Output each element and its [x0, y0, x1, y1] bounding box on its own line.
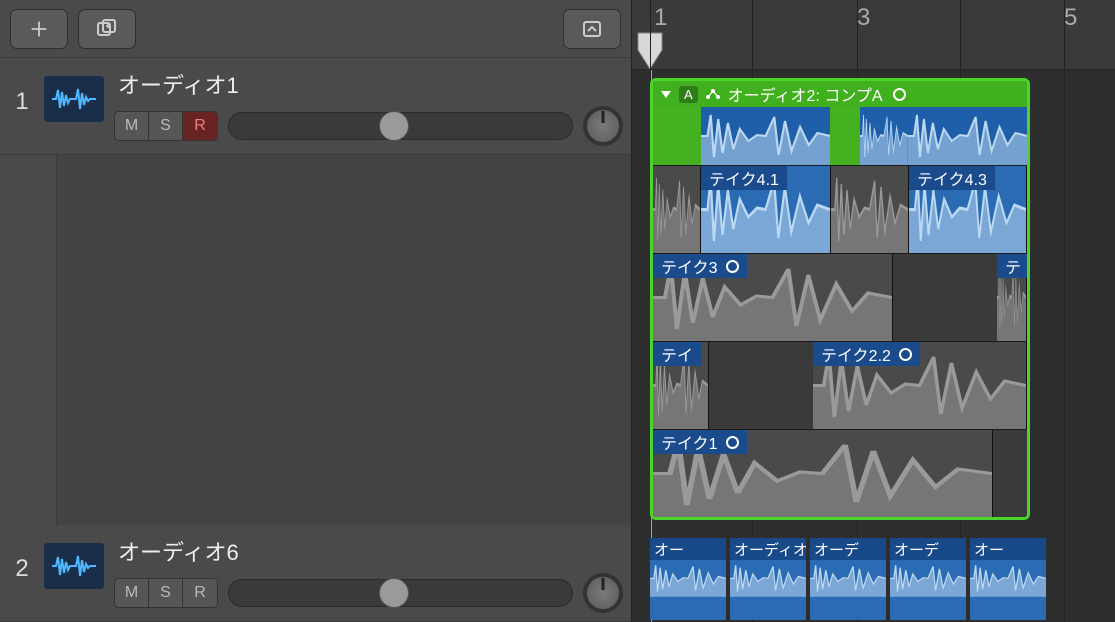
- track-name[interactable]: オーディオ1: [114, 66, 623, 102]
- record-button[interactable]: R: [183, 579, 217, 607]
- arrange-area[interactable]: 1 3 5 A オーディオ2: コンプA テイ: [632, 0, 1115, 622]
- take-segment-label: テイ: [653, 342, 701, 366]
- take-label: テイク1: [653, 430, 747, 454]
- comp-take-folder[interactable]: A オーディオ2: コンプA テイク4.1 テイク4.3 テイク3 テテイ テイク2.2…: [650, 78, 1030, 520]
- take-label: テイク3: [653, 254, 747, 278]
- region-label: オーディオ: [730, 538, 806, 560]
- volume-slider[interactable]: [228, 579, 573, 607]
- track2-regions: オーオーディオオーデオーデオー: [650, 538, 1050, 620]
- comp-segment[interactable]: [653, 107, 701, 165]
- take-segment[interactable]: テイ: [653, 342, 709, 429]
- comp-segment[interactable]: [701, 107, 830, 165]
- take-row[interactable]: テイ テイク2.2: [653, 341, 1027, 429]
- track-msr-buttons: M S R: [114, 578, 218, 608]
- audio-region[interactable]: オー: [970, 538, 1046, 620]
- record-button[interactable]: R: [183, 112, 217, 140]
- flex-icon[interactable]: [704, 87, 722, 101]
- mute-button[interactable]: M: [115, 579, 149, 607]
- take-segment-label: テイク2.2: [813, 342, 920, 366]
- comp-header[interactable]: A オーディオ2: コンプA: [653, 81, 1027, 107]
- track-msr-buttons: M S R: [114, 111, 218, 141]
- ruler-mark: 1: [654, 4, 667, 32]
- audio-region[interactable]: オーディオ: [730, 538, 806, 620]
- audio-track-icon: [44, 76, 104, 122]
- solo-button[interactable]: S: [149, 112, 183, 140]
- ruler-mark: 5: [1064, 4, 1077, 32]
- collapse-up-icon: [580, 17, 604, 41]
- track-list-sidebar: 1 オーディオ1 M S R: [0, 0, 632, 622]
- ruler-mark: 3: [857, 4, 870, 32]
- comp-waveform-row[interactable]: [653, 107, 1027, 165]
- take-segment[interactable]: [831, 166, 909, 253]
- region-label: オー: [970, 538, 1046, 560]
- audio-track-icon: [44, 543, 104, 589]
- take-segment-label: テイク4.3: [909, 166, 995, 190]
- region-label: オーデ: [890, 538, 966, 560]
- volume-thumb[interactable]: [379, 111, 409, 141]
- take-segment[interactable]: テイク4.3: [909, 166, 1027, 253]
- region-label: オー: [650, 538, 726, 560]
- timeline-ruler[interactable]: 1 3 5: [632, 0, 1115, 70]
- plus-icon: [28, 18, 50, 40]
- track-number: 1: [0, 66, 44, 116]
- track-header-1[interactable]: 1 オーディオ1 M S R: [0, 58, 631, 155]
- comp-segment[interactable]: [860, 107, 908, 165]
- take-segment[interactable]: テイク4.1: [701, 166, 831, 253]
- collapse-button[interactable]: [563, 9, 621, 49]
- region-label: オーデ: [810, 538, 886, 560]
- comp-segment[interactable]: [908, 107, 1027, 165]
- take-segment[interactable]: テ: [997, 254, 1027, 341]
- take-folder-spacer: [56, 155, 631, 525]
- comp-select-button[interactable]: A: [679, 86, 698, 103]
- take-segment-label: テ: [997, 254, 1029, 278]
- take-row[interactable]: テイク3 テ: [653, 253, 1027, 341]
- volume-slider[interactable]: [228, 112, 573, 140]
- take-row[interactable]: テイク4.1 テイク4.3: [653, 165, 1027, 253]
- audio-region[interactable]: オーデ: [890, 538, 966, 620]
- duplicate-icon: [95, 17, 119, 41]
- track-number: 2: [0, 533, 44, 583]
- disclosure-triangle-icon[interactable]: [659, 87, 673, 101]
- duplicate-track-button[interactable]: [78, 9, 136, 49]
- comp-title: オーディオ2: コンプA: [728, 82, 883, 106]
- audio-region[interactable]: オーデ: [810, 538, 886, 620]
- take-segment[interactable]: [653, 166, 701, 253]
- loop-indicator-icon: [893, 88, 906, 101]
- solo-button[interactable]: S: [149, 579, 183, 607]
- track-toolbar: [0, 0, 631, 58]
- add-track-button[interactable]: [10, 9, 68, 49]
- take-segment-label: テイク4.1: [701, 166, 787, 190]
- pan-knob[interactable]: [583, 573, 623, 613]
- take-row[interactable]: テイク1: [653, 429, 1027, 517]
- track-header-2[interactable]: 2 オーディオ6 M S R: [0, 525, 631, 622]
- audio-region[interactable]: オー: [650, 538, 726, 620]
- pan-knob[interactable]: [583, 106, 623, 146]
- volume-thumb[interactable]: [379, 578, 409, 608]
- take-segment[interactable]: テイク2.2: [813, 342, 1027, 429]
- track-name[interactable]: オーディオ6: [114, 533, 623, 569]
- mute-button[interactable]: M: [115, 112, 149, 140]
- comp-segment[interactable]: [830, 107, 860, 165]
